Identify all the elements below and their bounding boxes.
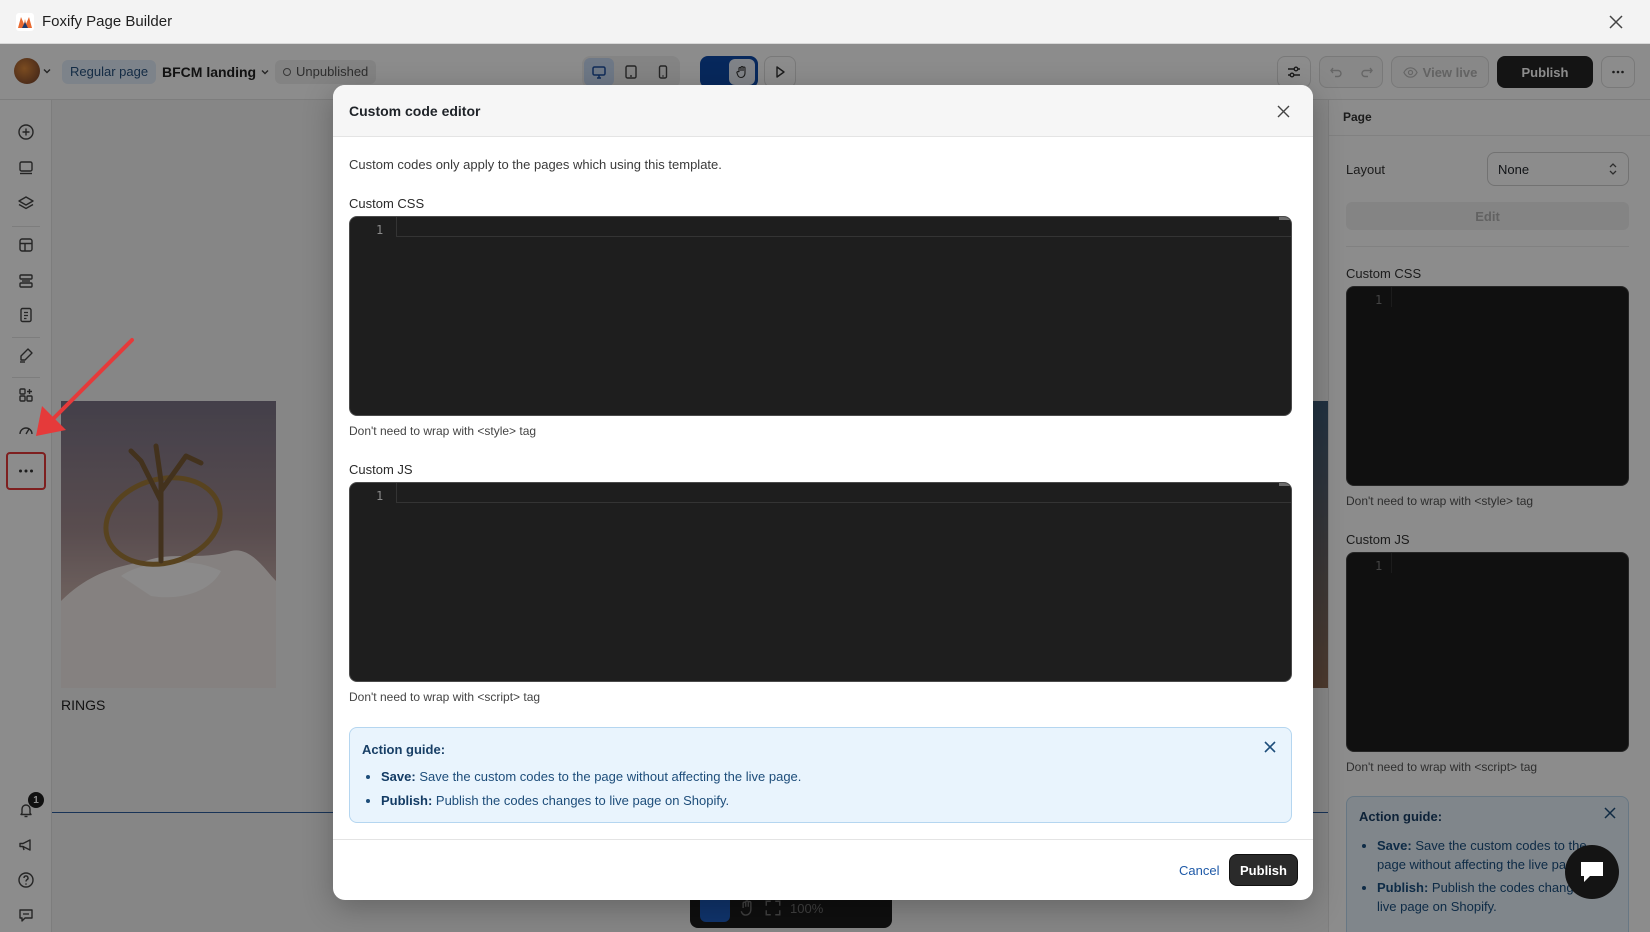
line-number: 1 [376, 489, 384, 503]
custom-css-editor[interactable]: 1 [349, 216, 1292, 416]
publish-button[interactable]: Publish [1230, 855, 1297, 885]
editor-scrollbar[interactable] [1279, 483, 1291, 486]
action-guide: Action guide: Save: Save the custom code… [349, 727, 1292, 823]
modal-footer: Cancel Publish [333, 839, 1313, 900]
custom-js-editor[interactable]: 1 [349, 482, 1292, 682]
cancel-button[interactable]: Cancel [1179, 863, 1219, 878]
action-guide-title: Action guide: [362, 742, 446, 757]
custom-js-label: Custom JS [349, 462, 413, 477]
editor-scrollbar[interactable] [1279, 217, 1291, 220]
active-line-highlight [396, 217, 1291, 237]
app-title: Foxify Page Builder [42, 13, 173, 30]
custom-css-hint: Don't need to wrap with <style> tag [349, 424, 537, 438]
foxify-logo-icon [16, 12, 34, 31]
guide-item-publish: Publish: Publish the codes changes to li… [381, 793, 1279, 809]
live-chat-button[interactable] [1565, 845, 1619, 899]
modal-close-icon[interactable] [1273, 101, 1293, 121]
custom-code-editor-modal: Custom code editor Custom codes only app… [333, 85, 1313, 900]
modal-description: Custom codes only apply to the pages whi… [349, 157, 722, 172]
guide-item-save: Save: Save the custom codes to the page … [381, 769, 1279, 785]
window-titlebar: Foxify Page Builder [0, 0, 1650, 44]
guide-close-icon[interactable] [1261, 738, 1279, 756]
custom-js-hint: Don't need to wrap with <script> tag [349, 690, 541, 704]
chat-bubble-icon [1581, 862, 1603, 882]
window-close-icon[interactable] [1606, 12, 1626, 32]
modal-header: Custom code editor [333, 85, 1313, 137]
line-number: 1 [376, 223, 384, 237]
custom-css-label: Custom CSS [349, 196, 425, 211]
modal-title: Custom code editor [349, 102, 481, 119]
annotation-arrow-icon [36, 338, 134, 436]
active-line-highlight [396, 483, 1291, 503]
